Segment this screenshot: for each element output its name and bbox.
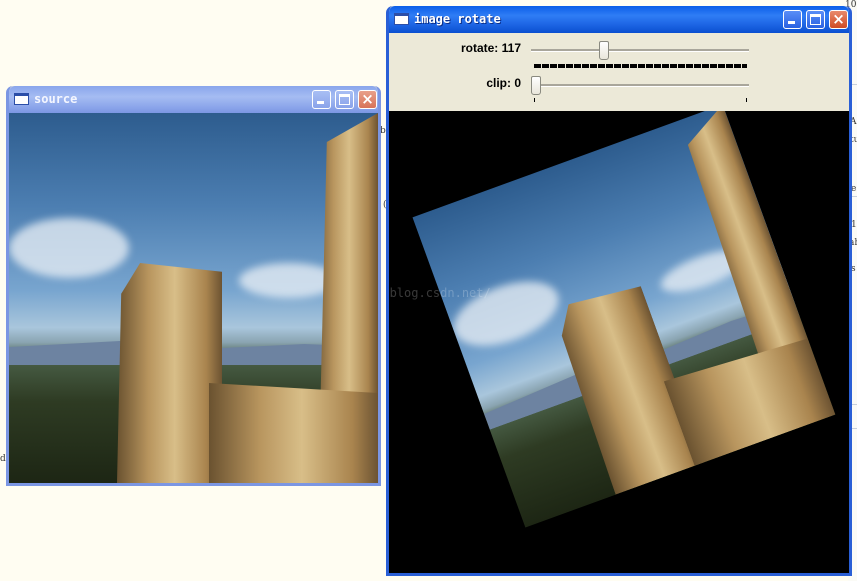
- rotate-titlebar[interactable]: image rotate ×: [389, 6, 849, 33]
- clip-tick-start: [534, 98, 535, 102]
- window-title: source: [34, 92, 78, 106]
- background-text: d: [0, 454, 6, 464]
- maximize-icon: [339, 94, 350, 105]
- source-image: [9, 113, 378, 483]
- rotated-image: [412, 111, 836, 528]
- rotate-slider-track[interactable]: [531, 49, 749, 52]
- minimize-icon: [788, 21, 795, 24]
- close-button[interactable]: ×: [829, 10, 848, 29]
- rotate-slider-thumb[interactable]: [598, 41, 609, 60]
- clip-slider-thumb[interactable]: [531, 76, 541, 95]
- close-icon: ×: [832, 10, 845, 28]
- maximize-button[interactable]: [335, 90, 354, 109]
- close-button[interactable]: ×: [358, 90, 377, 109]
- rotate-label: rotate: 117: [460, 41, 521, 55]
- window-icon: [14, 93, 29, 105]
- rotated-image-canvas: http://blog.csdn.net/: [389, 111, 849, 573]
- maximize-button[interactable]: [806, 10, 825, 29]
- window-icon: [394, 13, 409, 25]
- minimize-icon: [317, 101, 324, 104]
- minimize-button[interactable]: [783, 10, 802, 29]
- source-window[interactable]: source ×: [6, 86, 381, 486]
- maximize-icon: [810, 14, 821, 25]
- source-titlebar[interactable]: source ×: [9, 86, 378, 113]
- watermark-text: http://blog.csdn.net/: [389, 286, 491, 300]
- clip-label: clip: 0: [486, 76, 521, 90]
- window-title: image rotate: [414, 12, 501, 26]
- clip-tick-end: [746, 98, 747, 102]
- close-icon: ×: [361, 90, 374, 108]
- clip-slider-track[interactable]: [531, 84, 749, 87]
- image-rotate-window[interactable]: image rotate × rotate: 117 clip: 0 http:…: [386, 6, 852, 576]
- rotate-slider-ticks: [534, 64, 747, 68]
- minimize-button[interactable]: [312, 90, 331, 109]
